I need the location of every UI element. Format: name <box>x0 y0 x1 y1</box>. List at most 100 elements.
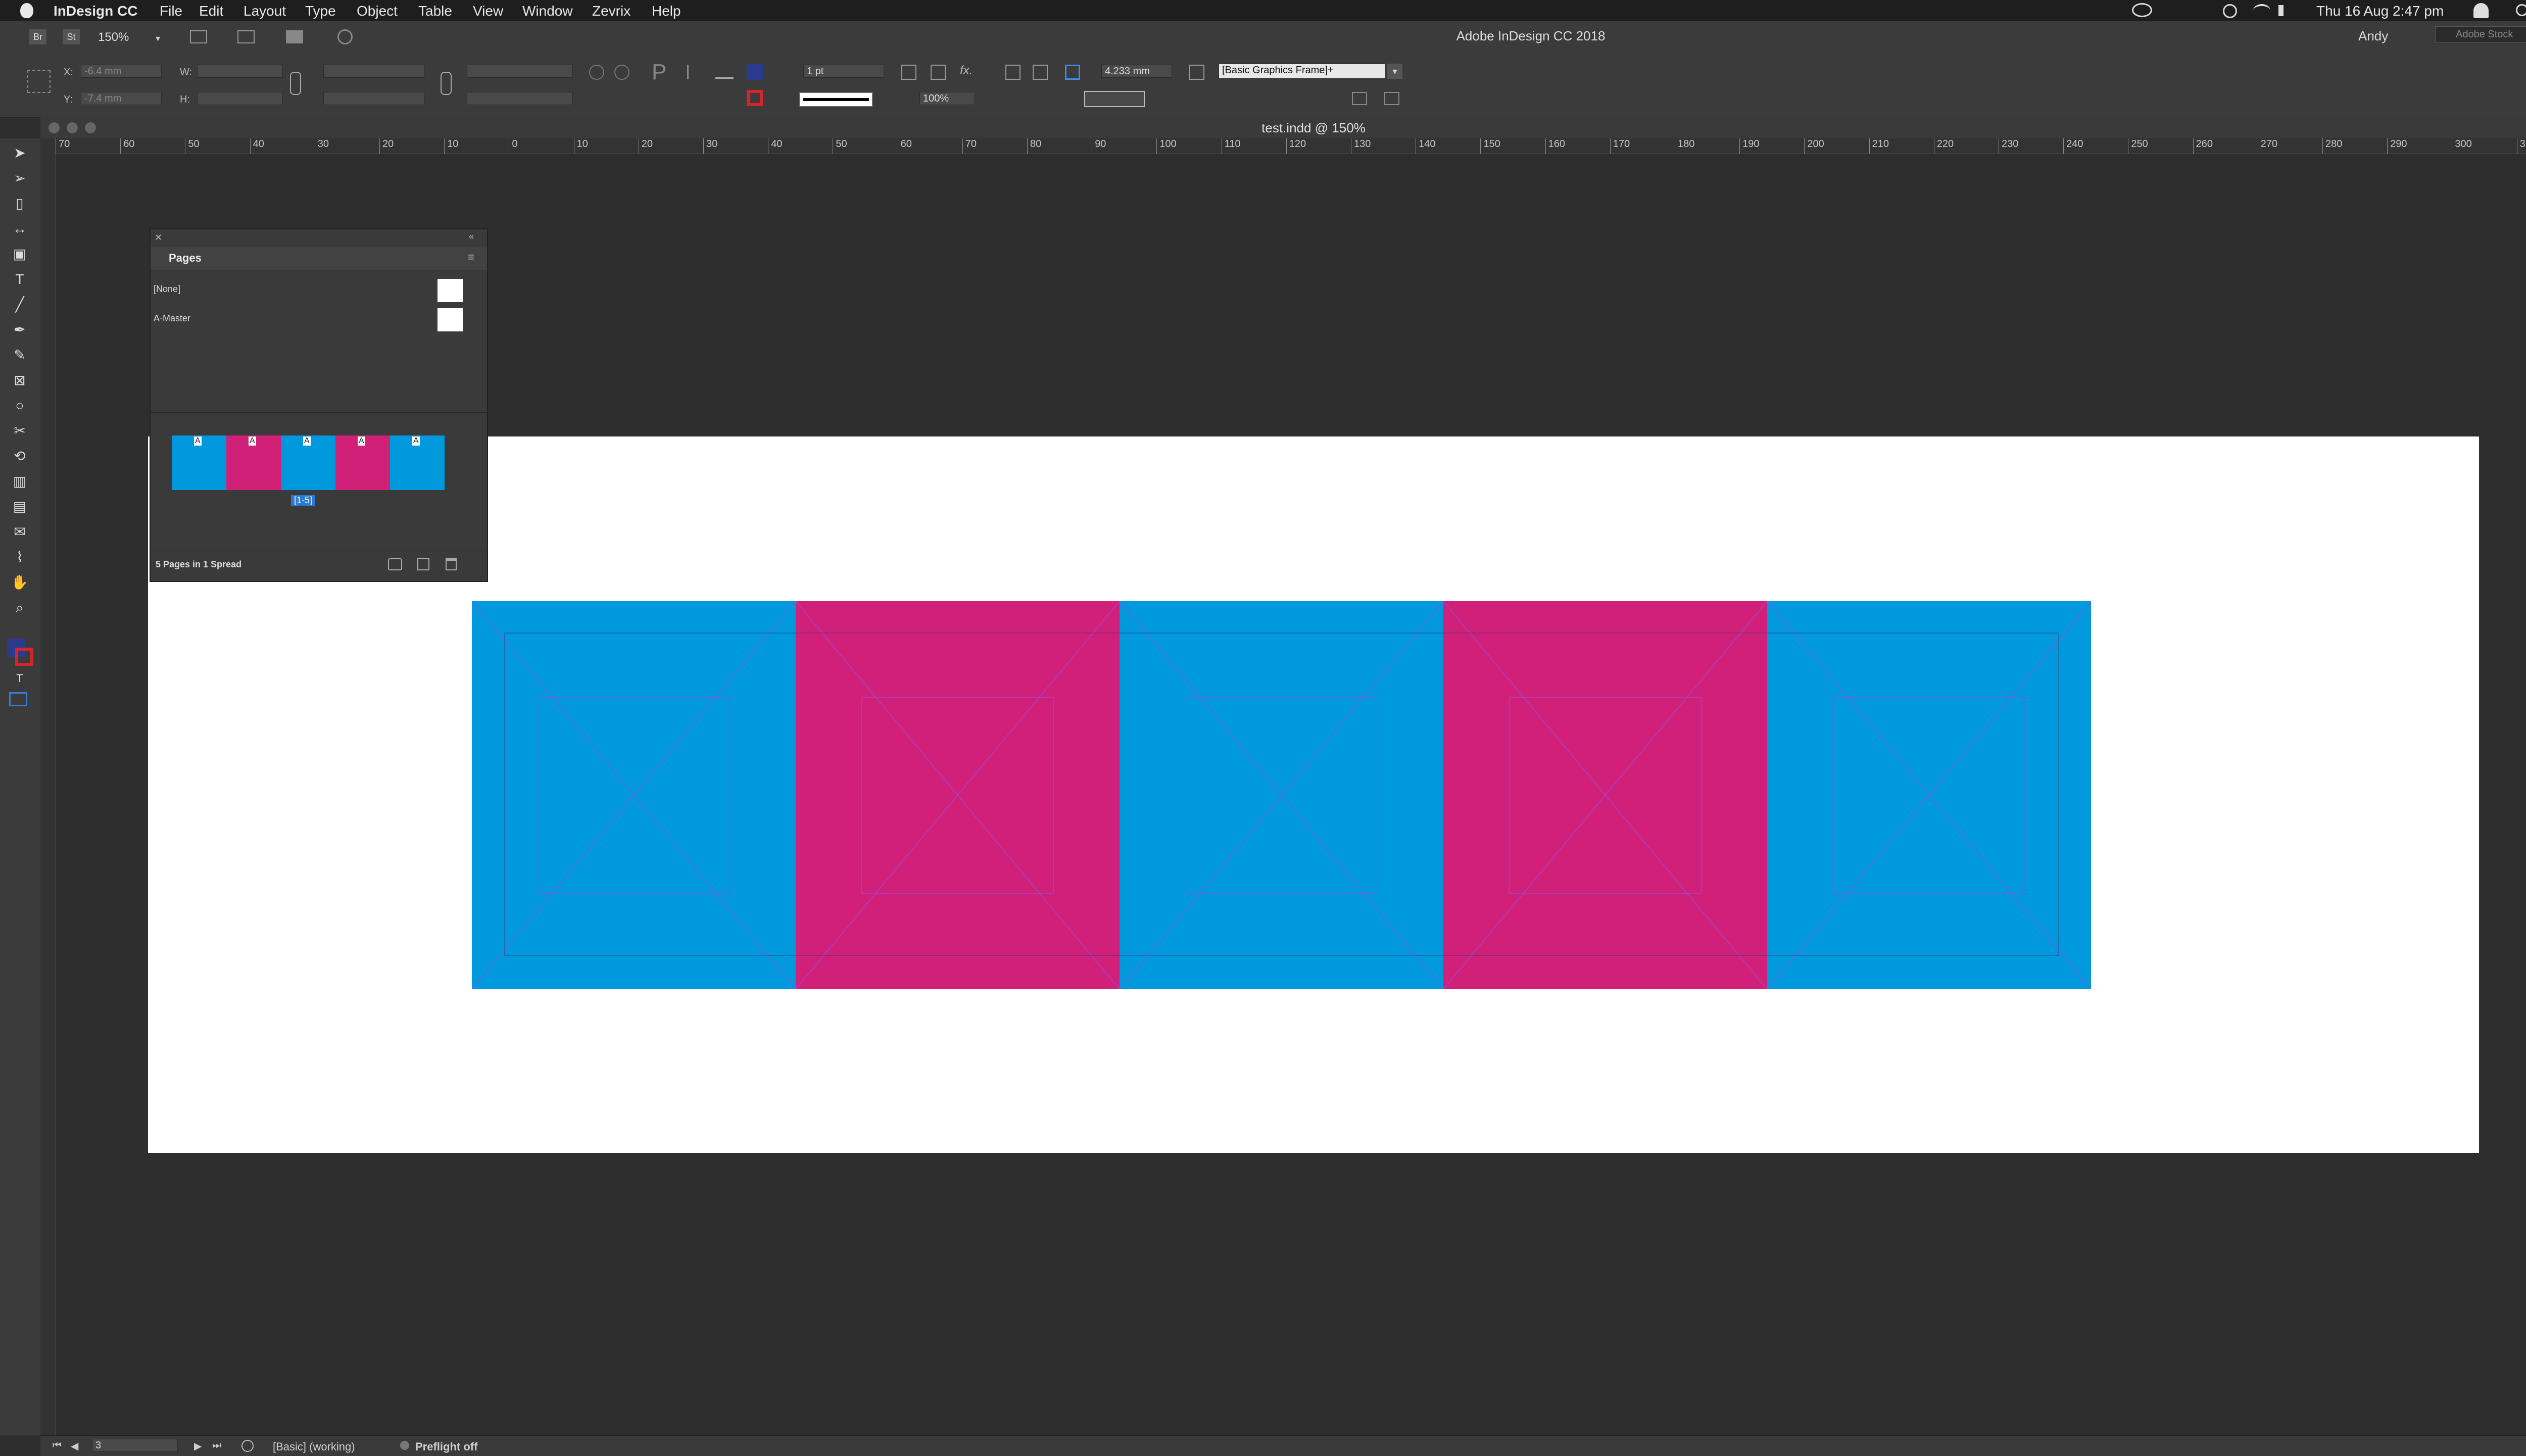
offset-field[interactable]: 4.233 mm <box>1101 65 1172 78</box>
fitting-icon[interactable] <box>1065 65 1080 80</box>
auto-fit-icon[interactable] <box>1189 65 1204 80</box>
stroke-weight-field[interactable]: 1 pt <box>803 65 884 78</box>
content-collector-icon[interactable]: ▣ <box>10 245 29 264</box>
text-on-path-icon[interactable]: P <box>652 60 666 85</box>
gap-tool-icon[interactable]: ↔ <box>10 219 29 238</box>
x-position-field[interactable]: -6.4 mm <box>81 65 162 78</box>
page-thumbnail[interactable]: A <box>281 435 335 490</box>
line-tool-icon[interactable]: ╱ <box>10 295 29 314</box>
vertical-ruler[interactable] <box>40 154 56 1435</box>
wifi-icon[interactable] <box>2253 4 2270 17</box>
formatting-affects-text-icon[interactable]: T <box>10 669 29 688</box>
type-tool-icon[interactable]: T <box>10 270 29 289</box>
scale-x-field[interactable] <box>323 65 424 78</box>
apple-icon[interactable] <box>20 3 33 18</box>
constrain-scale-icon[interactable] <box>441 72 452 95</box>
menu-edit[interactable]: Edit <box>199 3 223 19</box>
page-thumbnail[interactable]: A <box>226 435 281 490</box>
width-field[interactable] <box>197 65 283 78</box>
shear-angle-field[interactable] <box>467 92 573 105</box>
scissors-tool-icon[interactable]: ✂ <box>10 421 29 441</box>
rotate-ccw-icon[interactable] <box>614 65 629 80</box>
collapse-panel-icon[interactable]: « <box>469 231 474 242</box>
close-icon[interactable]: ✕ <box>155 232 162 243</box>
creative-cloud-icon[interactable] <box>2132 3 2152 17</box>
ellipse-tool-icon[interactable]: ○ <box>10 396 29 415</box>
clear-overrides-icon[interactable] <box>1384 92 1399 105</box>
spread-page[interactable] <box>1443 601 1767 989</box>
stock-button[interactable]: St <box>63 29 80 44</box>
panel-divider[interactable] <box>151 412 487 413</box>
zoom-window-button[interactable] <box>85 122 96 133</box>
direct-selection-tool-icon[interactable]: ➢ <box>10 169 29 188</box>
corner-options-icon[interactable] <box>901 65 916 80</box>
flip-horizontal-icon[interactable] <box>687 65 701 79</box>
note-tool-icon[interactable]: ✉ <box>10 522 29 542</box>
text-wrap-icon[interactable] <box>1005 65 1021 80</box>
spread-thumbnails[interactable]: AAAAA <box>172 435 445 491</box>
page-thumbnail[interactable]: A <box>390 435 445 490</box>
rectangle-frame-tool-icon[interactable]: ⊠ <box>10 371 29 390</box>
gradient-feather-tool-icon[interactable]: ▤ <box>10 497 29 516</box>
fill-swatch[interactable] <box>747 64 763 80</box>
menu-table[interactable]: Table <box>418 3 452 19</box>
menu-layout[interactable]: Layout <box>244 3 286 19</box>
stroke-swatch[interactable] <box>747 90 763 106</box>
chevron-down-icon[interactable]: ▾ <box>1387 64 1402 79</box>
working-profile[interactable]: [Basic] (working) <box>273 1440 355 1453</box>
quick-apply-icon[interactable] <box>1352 92 1367 105</box>
spread-page[interactable] <box>796 601 1120 989</box>
hand-tool-icon[interactable]: ✋ <box>10 573 29 592</box>
next-page-icon[interactable]: ▶ <box>194 1440 202 1452</box>
open-page-icon[interactable] <box>241 1440 254 1452</box>
page-thumbnail[interactable]: A <box>335 435 390 490</box>
menu-type[interactable]: Type <box>305 3 336 19</box>
workspace-switcher[interactable]: Andy <box>2358 28 2388 44</box>
master-item-a-master[interactable]: A-Master <box>154 308 482 331</box>
opacity-field[interactable]: 100% <box>919 92 975 105</box>
reference-point-icon[interactable] <box>27 70 51 93</box>
clock[interactable]: Thu 16 Aug 2:47 pm <box>2316 3 2444 19</box>
page-thumbnail[interactable]: A <box>172 435 226 490</box>
preflight-status[interactable]: Preflight off <box>415 1440 477 1453</box>
spread-page[interactable] <box>1767 601 2091 989</box>
master-item-none[interactable]: [None] <box>154 279 482 302</box>
spread-page[interactable] <box>472 601 796 989</box>
horizontal-ruler[interactable]: 70 60 50 40 30 20 10 0 10 20 30 40 50 60 70 80 90 100 110 1… <box>40 138 2526 154</box>
scale-y-field[interactable] <box>323 92 424 105</box>
panel-menu-icon[interactable]: ≡ <box>468 251 474 264</box>
stroke-color-icon[interactable] <box>15 648 33 666</box>
delete-page-icon[interactable] <box>446 558 457 570</box>
app-menu[interactable]: InDesign CC <box>54 3 137 19</box>
spread-page[interactable] <box>1120 601 1443 989</box>
new-page-icon[interactable] <box>417 558 429 570</box>
page-tool-icon[interactable]: ▯ <box>10 194 29 213</box>
menu-file[interactable]: File <box>160 3 182 19</box>
select-container-icon[interactable] <box>715 65 734 79</box>
stroke-type-dropdown[interactable] <box>799 92 873 107</box>
menu-help[interactable]: Help <box>652 3 681 19</box>
arrange-documents-icon[interactable] <box>286 30 303 43</box>
volume-icon[interactable] <box>2278 5 2291 16</box>
free-transform-tool-icon[interactable]: ⟲ <box>10 447 29 466</box>
rotation-angle-field[interactable] <box>467 65 573 78</box>
zoom-tool-icon[interactable]: ⌕ <box>10 598 29 617</box>
close-window-button[interactable] <box>48 122 60 133</box>
object-style-dropdown[interactable]: [Basic Graphics Frame]+ <box>1219 64 1385 79</box>
effects-icon[interactable]: fx. <box>960 64 973 78</box>
bridge-button[interactable]: Br <box>29 29 46 44</box>
previous-page-icon[interactable]: ◀ <box>71 1440 78 1452</box>
view-options-icon[interactable] <box>190 30 207 43</box>
page-size-icon[interactable] <box>388 558 402 570</box>
screen-mode-normal-icon[interactable] <box>9 692 27 706</box>
menu-view[interactable]: View <box>473 3 503 19</box>
stroke-style-dropdown[interactable] <box>1084 91 1145 107</box>
wrap-around-icon[interactable] <box>1033 65 1048 80</box>
height-field[interactable] <box>197 92 283 105</box>
pencil-tool-icon[interactable]: ✎ <box>10 346 29 365</box>
menu-zevrix[interactable]: Zevrix <box>592 3 630 19</box>
rotate-cw-icon[interactable] <box>589 65 604 80</box>
spotlight-icon[interactable] <box>2516 4 2526 16</box>
drop-shadow-icon[interactable] <box>931 65 946 80</box>
zoom-level[interactable]: 150% <box>98 30 129 44</box>
